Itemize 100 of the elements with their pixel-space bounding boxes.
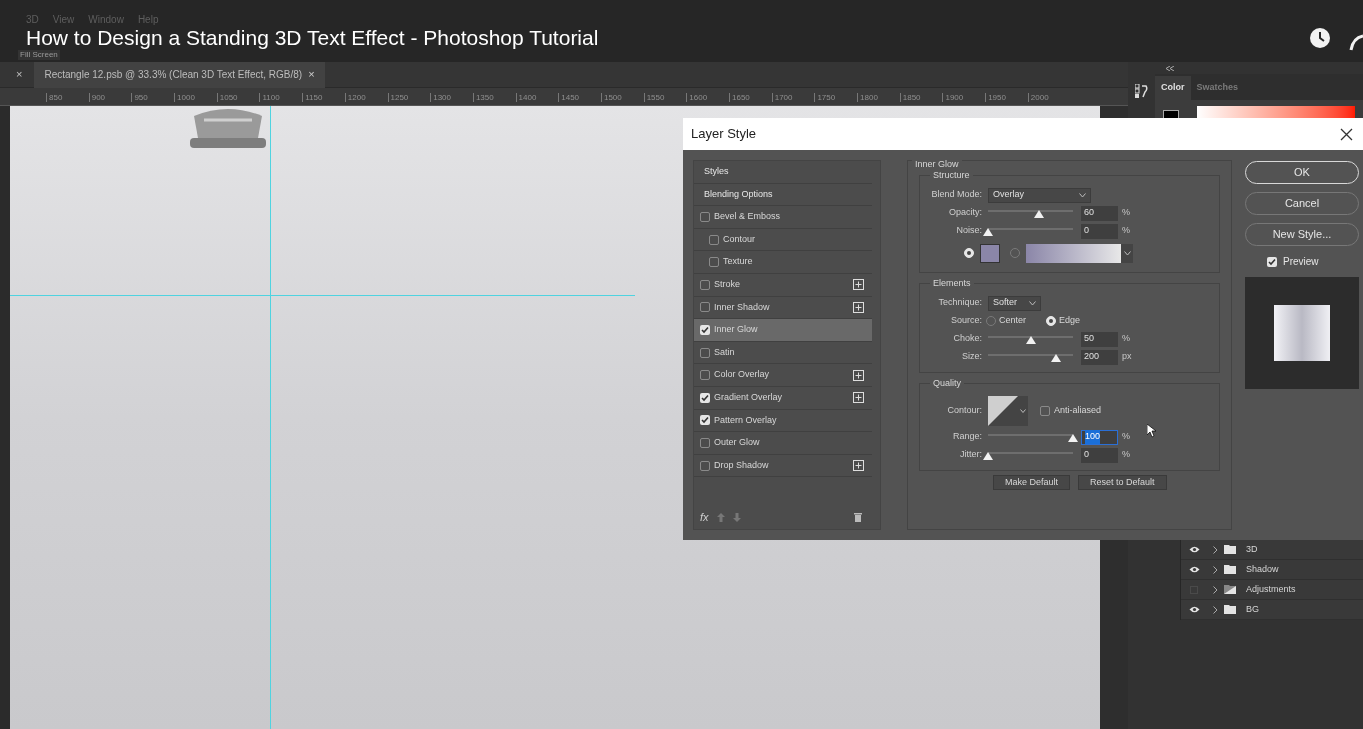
glow-color-swatch[interactable] xyxy=(980,243,1000,263)
effect-checkbox[interactable] xyxy=(700,347,710,358)
style-list-item[interactable]: Bevel & Emboss xyxy=(694,206,872,229)
style-list-item[interactable]: Stroke xyxy=(694,273,872,297)
add-icon[interactable] xyxy=(853,392,864,404)
effect-checkbox[interactable] xyxy=(700,324,710,335)
adjustment-folder-icon xyxy=(1224,585,1236,594)
number-field[interactable]: 200 xyxy=(1081,349,1118,365)
field-label: Technique: xyxy=(937,296,983,310)
folder-icon xyxy=(1224,545,1236,554)
blend-mode-dropdown[interactable]: Overlay xyxy=(988,187,1091,203)
layer-name: Shadow xyxy=(1246,562,1279,576)
add-icon[interactable] xyxy=(853,460,864,471)
style-list-item[interactable]: Gradient Overlay xyxy=(694,386,872,410)
close-tab-icon[interactable]: × xyxy=(308,66,315,83)
style-list-item[interactable]: Drop Shadow xyxy=(694,454,872,478)
chevron-right-icon[interactable] xyxy=(1213,565,1218,574)
technique-dropdown[interactable]: Softer xyxy=(988,295,1041,311)
slider-thumb[interactable] xyxy=(1025,335,1036,344)
slider-thumb[interactable] xyxy=(1051,353,1061,362)
anti-aliased-option[interactable]: Anti-aliased xyxy=(1040,404,1102,418)
number-field[interactable]: 100 xyxy=(1081,429,1118,445)
style-list-item[interactable]: Pattern Overlay xyxy=(694,409,872,433)
style-list-item[interactable]: Satin xyxy=(694,341,872,365)
add-icon[interactable] xyxy=(853,369,864,381)
field-label: Jitter: xyxy=(959,448,983,462)
dialog-title: Layer Style xyxy=(691,125,757,144)
fx-button[interactable]: fx xyxy=(700,508,709,526)
effect-checkbox[interactable] xyxy=(709,234,719,245)
style-list-item[interactable]: Contour xyxy=(694,228,872,252)
effect-checkbox[interactable] xyxy=(700,212,710,222)
style-list-item[interactable]: Color Overlay xyxy=(694,364,872,387)
field-label: Choke: xyxy=(952,332,983,346)
unit-label: % xyxy=(1122,430,1130,444)
preview-option[interactable]: Preview xyxy=(1245,254,1359,269)
slider-thumb[interactable] xyxy=(983,227,993,236)
clock-icon[interactable] xyxy=(1309,27,1331,49)
layer-name: 3D xyxy=(1246,542,1258,556)
checkbox[interactable] xyxy=(1040,406,1050,416)
number-field[interactable]: 60 xyxy=(1081,205,1118,221)
slider-thumb[interactable] xyxy=(983,451,993,460)
effect-checkbox[interactable] xyxy=(700,415,710,426)
field-label: Size: xyxy=(961,350,983,364)
contour-picker[interactable] xyxy=(988,396,1028,426)
layer-name: BG xyxy=(1246,602,1259,616)
default-button[interactable]: Reset to Default xyxy=(1078,475,1167,490)
eye-icon[interactable] xyxy=(1188,566,1200,573)
close-all-icon[interactable]: × xyxy=(16,66,23,83)
style-list-item[interactable]: Inner Glow xyxy=(694,319,872,342)
slider-thumb[interactable] xyxy=(1034,209,1044,218)
layer-row[interactable]: BG xyxy=(1181,600,1363,620)
add-icon[interactable] xyxy=(853,301,864,313)
layer-row[interactable]: Adjustments xyxy=(1181,580,1363,600)
field-label: Blend Mode: xyxy=(930,188,983,202)
chevron-right-icon[interactable] xyxy=(1213,585,1218,594)
chevron-down-icon xyxy=(1123,250,1131,256)
history-icon[interactable] xyxy=(1134,84,1149,98)
field-label: Source: xyxy=(949,314,983,328)
effect-checkbox[interactable] xyxy=(700,370,710,381)
eye-icon[interactable] xyxy=(1188,546,1200,553)
cursor-icon xyxy=(1147,424,1157,438)
chevron-right-icon[interactable] xyxy=(1213,605,1218,614)
source-option[interactable]: Center xyxy=(986,314,1026,328)
unit-label: % xyxy=(1122,332,1130,346)
add-icon[interactable] xyxy=(853,279,864,291)
effect-checkbox[interactable] xyxy=(700,302,710,313)
folder-icon xyxy=(1224,565,1236,574)
trash-icon[interactable] xyxy=(854,512,862,522)
chevron-right-icon[interactable] xyxy=(1213,545,1218,554)
style-list-item[interactable]: Styles xyxy=(694,161,872,184)
source-option[interactable]: Edge xyxy=(1046,314,1081,328)
collapse-icon[interactable] xyxy=(1166,65,1174,71)
checkbox[interactable] xyxy=(1267,256,1277,267)
field-label: Range: xyxy=(951,430,983,444)
slider-thumb[interactable] xyxy=(1068,433,1078,442)
close-icon[interactable] xyxy=(1340,127,1353,141)
style-list-item[interactable]: Texture xyxy=(694,251,872,274)
default-button[interactable]: Make Default xyxy=(993,475,1071,490)
style-list-item[interactable]: Blending Options xyxy=(694,183,872,207)
eye-icon[interactable] xyxy=(1188,606,1200,613)
panel-tab[interactable]: Color xyxy=(1155,76,1191,100)
video-title: How to Design a Standing 3D Text Effect - Photoshop Tutorial xyxy=(26,26,599,49)
chevron-down-icon xyxy=(1079,192,1086,198)
number-field[interactable]: 50 xyxy=(1081,331,1118,347)
field-label: Contour: xyxy=(946,404,983,418)
number-field[interactable]: 0 xyxy=(1081,447,1118,463)
chevron-down-icon xyxy=(1020,409,1026,413)
fill-screen-button[interactable]: Fill Screen xyxy=(18,50,60,60)
effect-checkbox[interactable] xyxy=(700,392,710,403)
effect-checkbox[interactable] xyxy=(700,279,710,290)
style-list-item[interactable]: Outer Glow xyxy=(694,432,872,455)
unit-label: px xyxy=(1122,350,1132,364)
layer-row[interactable]: Shadow xyxy=(1181,560,1363,580)
folder-icon xyxy=(1224,605,1236,614)
document-tab[interactable]: Rectangle 12.psb @ 33.3% (Clean 3D Text Effect, RGB/8) × xyxy=(34,61,325,88)
effect-checkbox[interactable] xyxy=(700,437,710,448)
gradient-picker[interactable] xyxy=(1026,243,1133,263)
effect-checkbox[interactable] xyxy=(700,460,710,471)
number-field[interactable]: 0 xyxy=(1081,223,1118,239)
effect-checkbox[interactable] xyxy=(709,257,719,268)
